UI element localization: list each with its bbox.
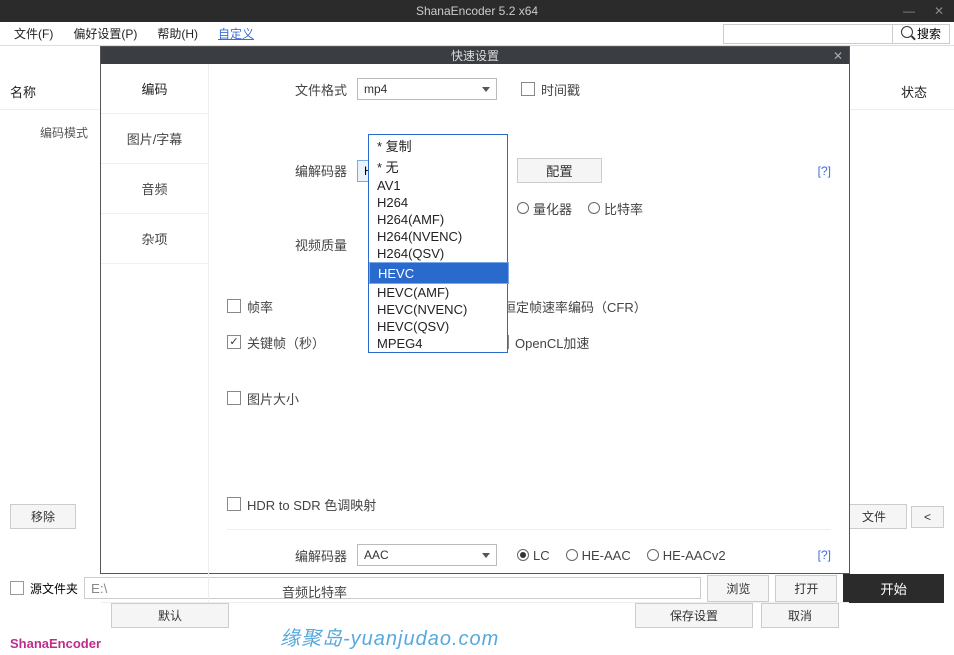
audio-codec-label: 编解码器 <box>227 546 357 565</box>
default-button[interactable]: 默认 <box>111 603 229 628</box>
tab-audio[interactable]: 音频 <box>101 164 208 214</box>
audio-codec-value: AAC <box>364 548 389 562</box>
lc-radio[interactable] <box>517 549 529 561</box>
lc-label: LC <box>533 548 550 563</box>
codec-option[interactable]: H264(QSV) <box>369 245 507 262</box>
file-button[interactable]: 文件 <box>841 504 907 529</box>
heaac-radio[interactable] <box>566 549 578 561</box>
save-settings-button[interactable]: 保存设置 <box>635 603 753 628</box>
search-label: 搜索 <box>917 25 941 42</box>
close-icon[interactable]: ✕ <box>924 0 954 22</box>
keyframe-checkbox[interactable] <box>227 335 241 349</box>
fps-checkbox[interactable] <box>227 299 241 313</box>
codec-option[interactable]: MPEG4 <box>369 335 507 352</box>
keyframe-label: 关键帧（秒） <box>247 333 325 352</box>
heaacv2-radio[interactable] <box>647 549 659 561</box>
hdrsdr-checkbox[interactable] <box>227 497 241 511</box>
remove-button[interactable]: 移除 <box>10 504 76 529</box>
help-audio-icon[interactable]: [?] <box>818 548 831 562</box>
codec-option[interactable]: HEVC(AMF) <box>369 284 507 301</box>
fileformat-value: mp4 <box>364 82 387 96</box>
brand-text: ShanaEncoder <box>10 636 101 651</box>
source-label: 源文件夹 <box>30 580 78 597</box>
cfr-label: 恒定帧速率编码（CFR） <box>503 297 647 316</box>
codec-option[interactable]: HEVC <box>369 262 509 284</box>
help-codec-icon[interactable]: [?] <box>818 164 831 178</box>
codec-option[interactable]: * 复制 <box>369 135 507 156</box>
collapse-button[interactable]: < <box>911 506 944 528</box>
encode-mode-label: 编码模式 <box>40 124 88 141</box>
quantizer-radio[interactable] <box>517 202 529 214</box>
chevron-down-icon <box>482 553 490 558</box>
window-title: ShanaEncoder 5.2 x64 <box>416 4 538 18</box>
audio-codec-select[interactable]: AAC <box>357 544 497 566</box>
codec-option[interactable]: * 无 <box>369 156 507 177</box>
codec-option[interactable]: H264(AMF) <box>369 211 507 228</box>
picsize-checkbox[interactable] <box>227 391 241 405</box>
hdrsdr-label: HDR to SDR 色调映射 <box>247 495 376 514</box>
tab-misc[interactable]: 杂项 <box>101 214 208 264</box>
modal-footer: 默认 保存设置 取消 <box>101 602 849 628</box>
opencl-label: OpenCL加速 <box>515 333 589 352</box>
source-checkbox[interactable] <box>10 581 24 595</box>
search-input[interactable] <box>723 24 893 44</box>
cancel-button[interactable]: 取消 <box>761 603 839 628</box>
codec-option[interactable]: HEVC(QSV) <box>369 318 507 335</box>
quick-settings-modal: 快速设置 ✕ 编码 图片/字幕 音频 杂项 文件格式 mp4 时间戳 <box>100 46 850 574</box>
fileformat-label: 文件格式 <box>227 80 357 99</box>
codec-option[interactable]: HEVC(NVENC) <box>369 301 507 318</box>
menu-file[interactable]: 文件(F) <box>4 25 63 42</box>
start-button[interactable]: 开始 <box>843 574 944 603</box>
magnify-icon <box>901 26 913 41</box>
video-quality-label: 视频质量 <box>227 235 357 254</box>
menu-custom[interactable]: 自定义 <box>208 25 264 42</box>
col-state: 状态 <box>884 82 944 101</box>
heaacv2-label: HE-AACv2 <box>663 548 726 563</box>
codec-option[interactable]: H264(NVENC) <box>369 228 507 245</box>
heaac-label: HE-AAC <box>582 548 631 563</box>
fileformat-select[interactable]: mp4 <box>357 78 497 100</box>
tab-subtitle[interactable]: 图片/字幕 <box>101 114 208 164</box>
bitrate-radio[interactable] <box>588 202 600 214</box>
menubar: 文件(F) 偏好设置(P) 帮助(H) 自定义 搜索 <box>0 22 954 46</box>
modal-tabs: 编码 图片/字幕 音频 杂项 <box>101 64 209 602</box>
tab-encode[interactable]: 编码 <box>101 64 208 114</box>
modal-form: 文件格式 mp4 时间戳 编解码器 H264 配置 [?] <box>209 64 849 602</box>
chevron-down-icon <box>482 87 490 92</box>
minimize-icon[interactable]: — <box>894 0 924 22</box>
timestamp-label: 时间戳 <box>541 80 580 99</box>
codec-dropdown-list: * 复制* 无AV1H264H264(AMF)H264(NVENC)H264(Q… <box>368 134 508 353</box>
config-button[interactable]: 配置 <box>517 158 602 183</box>
timestamp-checkbox[interactable] <box>521 82 535 96</box>
codec-label: 编解码器 <box>227 161 357 180</box>
codec-option[interactable]: H264 <box>369 194 507 211</box>
menu-preferences[interactable]: 偏好设置(P) <box>63 25 147 42</box>
titlebar: ShanaEncoder 5.2 x64 — ✕ <box>0 0 954 22</box>
codec-option[interactable]: AV1 <box>369 177 507 194</box>
modal-title: 快速设置 <box>451 47 499 64</box>
fps-label: 帧率 <box>247 297 273 316</box>
picsize-label: 图片大小 <box>247 389 299 408</box>
search-wrap: 搜索 <box>723 24 950 44</box>
menu-help[interactable]: 帮助(H) <box>147 25 208 42</box>
modal-body: 编码 图片/字幕 音频 杂项 文件格式 mp4 时间戳 编解码器 <box>101 64 849 602</box>
col-name: 名称 <box>10 82 70 101</box>
window-controls: — ✕ <box>894 0 954 22</box>
modal-close-icon[interactable]: ✕ <box>833 49 843 63</box>
bitrate-label: 比特率 <box>604 199 643 218</box>
audio-bitrate-label: 音频比特率 <box>227 582 357 601</box>
quantizer-label: 量化器 <box>533 199 572 218</box>
search-button[interactable]: 搜索 <box>893 24 950 44</box>
modal-titlebar: 快速设置 ✕ <box>101 47 849 64</box>
